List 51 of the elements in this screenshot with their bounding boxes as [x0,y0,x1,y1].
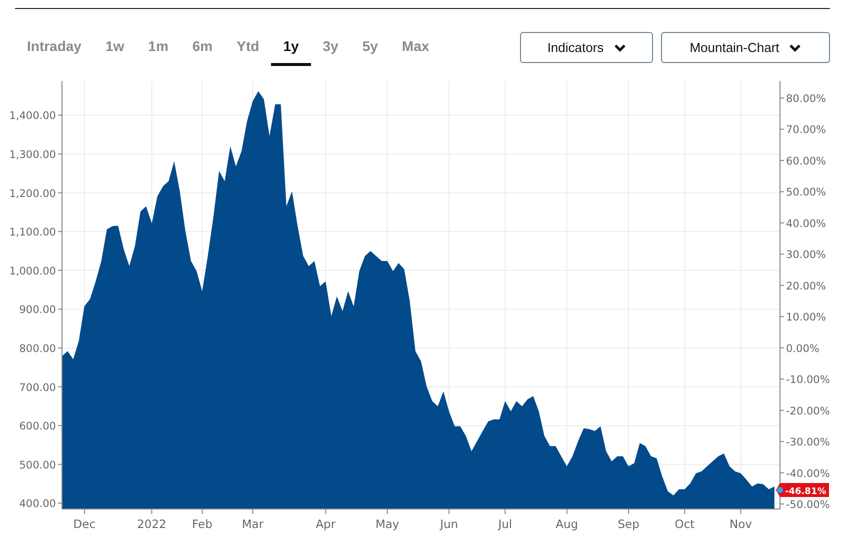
y-axis-label: 1,400.00 [9,110,56,122]
x-axis-label: Jun [440,517,458,531]
y-axis-label: 0.00% [786,342,820,355]
timeframe-tab[interactable]: 3y [310,31,350,66]
x-axis-label: Dec [73,517,96,531]
y-axis-label: 40.00% [786,218,826,230]
y-axis-label: 60.00% [786,155,826,168]
timeframe-tab[interactable]: Ytd [224,31,272,66]
y-axis-label: 500.00 [19,459,56,472]
y-axis-label: 600.00 [19,420,56,433]
x-axis-label: Jul [498,517,512,531]
y-axis-label: 1,000.00 [9,265,56,278]
y-axis-label: -40.00% [786,468,830,480]
x-axis-label: 2022 [137,517,166,531]
x-axis-label: Aug [556,517,578,531]
x-axis-label: Nov [730,517,752,531]
chevron-down-icon [789,44,802,52]
y-axis-label: 1,200.00 [9,188,56,200]
y-axis-label: 80.00% [786,93,826,105]
y-axis-label: 30.00% [786,249,826,262]
timeframe-tab[interactable]: Intraday [15,31,94,66]
chevron-down-icon [614,44,626,52]
dropdown-button[interactable]: Indicators [520,32,653,63]
y-axis-label: -20.00% [786,405,830,418]
y-axis-label: 70.00% [786,124,826,136]
y-axis-label: 400.00 [19,498,56,510]
x-axis-label: Sep [618,517,640,531]
y-axis-label: 700.00 [19,382,56,394]
timeframe-tab[interactable]: 1y [271,31,311,66]
y-axis-label: 900.00 [19,304,56,316]
x-axis-label: May [375,517,400,531]
timeframe-tab[interactable]: 6m [180,31,225,66]
dropdown-button[interactable]: Mountain-Chart [661,32,830,63]
x-axis-label: Mar [242,517,264,531]
x-axis-label: Apr [316,517,336,531]
timeframe-tab[interactable]: Max [390,31,442,66]
timeframe-tab[interactable]: 1m [136,31,180,66]
y-axis-label: 20.00% [786,280,826,292]
x-axis-label: Feb [192,517,212,531]
y-axis-label: 1,300.00 [9,148,56,161]
change-badge: -46.81% [776,483,829,497]
y-axis-label: 10.00% [786,312,826,324]
y-axis-label: 800.00 [19,342,56,355]
timeframe-tab[interactable]: 1w [93,31,136,66]
y-axis-label: -50.00% [786,499,830,511]
x-axis-label: Oct [674,517,695,531]
y-axis-label: 1,100.00 [9,226,56,239]
y-axis-label: 50.00% [786,186,826,199]
y-axis-label: -30.00% [786,436,830,449]
y-axis-label: -10.00% [786,374,830,386]
timeframe-tab[interactable]: 5y [350,31,390,66]
